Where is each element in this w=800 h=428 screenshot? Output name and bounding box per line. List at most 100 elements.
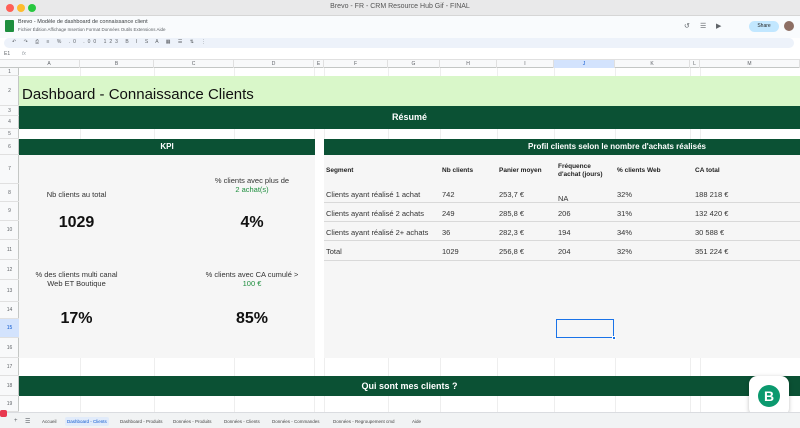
kpi-header-label[interactable]: KPI [160, 142, 173, 151]
all-sheets-icon[interactable]: ☰ [25, 418, 30, 425]
table-header[interactable]: Segment [326, 167, 353, 175]
column-header[interactable]: C [154, 60, 234, 68]
column-header[interactable]: B [80, 60, 154, 68]
table-cell[interactable]: 282,3 € [499, 228, 524, 237]
column-header[interactable]: G [388, 60, 440, 68]
row-header[interactable]: 7 [0, 155, 19, 184]
table-header[interactable]: Panier moyen [499, 167, 542, 175]
sheet-grid[interactable]: Dashboard - Connaissance Clients Résumé … [19, 68, 800, 412]
doc-title[interactable]: Brevo - Modèle de dashboard de connaissa… [18, 19, 148, 25]
column-header[interactable]: J [554, 60, 615, 68]
sheet-tab[interactable]: Accueil [40, 417, 59, 426]
table-header[interactable]: Nb clients [442, 167, 473, 175]
table-cell[interactable]: Clients ayant réalisé 1 achat [326, 190, 420, 199]
column-header[interactable]: H [440, 60, 497, 68]
sheet-tab[interactable]: Données - Clients [222, 417, 262, 426]
row-header[interactable]: 2 [0, 76, 19, 106]
meet-icon[interactable]: ▶ [716, 23, 721, 30]
row-header[interactable]: 8 [0, 184, 19, 202]
row-header[interactable]: 16 [0, 338, 19, 358]
toolbar-icons[interactable]: ↶ ↷ ⎙ ≡ % .0 .00 123 B I S A ▦ ☰ ⇅ ⋮ [12, 39, 209, 45]
table-cell[interactable]: 249 [442, 209, 455, 218]
table-cell[interactable]: 30 588 € [695, 228, 724, 237]
profil-header-label[interactable]: Profil clients selon le nombre d'achats … [528, 142, 706, 151]
column-header[interactable]: D [234, 60, 314, 68]
row-header[interactable]: 14 [0, 302, 19, 319]
table-cell[interactable]: 1029 [442, 247, 459, 256]
column-header[interactable]: M [700, 60, 800, 68]
sheet-tab[interactable]: Aide [410, 417, 423, 426]
sheet-tab[interactable]: Données - Produits [171, 417, 214, 426]
table-cell[interactable]: 253,7 € [499, 190, 524, 199]
table-cell[interactable]: 351 224 € [695, 247, 728, 256]
comment-icon[interactable]: ☰ [700, 23, 706, 30]
row-header[interactable]: 17 [0, 358, 19, 376]
column-header[interactable]: F [324, 60, 388, 68]
qui-sont-heading[interactable]: Qui sont mes clients ? [361, 381, 457, 391]
table-cell[interactable]: 256,8 € [499, 247, 524, 256]
kpi-label[interactable]: % clients avec plus de 2 achat(s) [192, 176, 312, 194]
column-header[interactable]: L [690, 60, 700, 68]
namebox[interactable]: E1 [4, 51, 10, 57]
column-header[interactable]: E [314, 60, 324, 68]
table-cell[interactable]: Total [326, 247, 342, 256]
sheet-tab[interactable]: Données - Regroupement cmd [331, 417, 397, 426]
row-header[interactable]: 11 [0, 240, 19, 260]
selected-cell[interactable] [556, 319, 614, 338]
kpi-value[interactable]: 17% [19, 310, 134, 328]
table-header[interactable]: CA total [695, 167, 720, 175]
brevo-badge[interactable]: B [749, 376, 789, 416]
table-cell[interactable]: 188 218 € [695, 190, 728, 199]
table-cell[interactable]: 285,8 € [499, 209, 524, 218]
row-header[interactable]: 6 [0, 139, 19, 155]
explore-icon[interactable] [0, 410, 7, 417]
row-header[interactable]: 13 [0, 280, 19, 302]
row-header[interactable]: 10 [0, 221, 19, 240]
table-cell[interactable]: 742 [442, 190, 455, 199]
row-header[interactable]: 4 [0, 116, 19, 129]
kpi-value[interactable]: 1029 [19, 214, 134, 232]
column-header[interactable]: A [19, 60, 80, 68]
row-header[interactable]: 3 [0, 106, 19, 116]
row-header[interactable]: 5 [0, 129, 19, 139]
table-cell[interactable]: 32% [617, 190, 632, 199]
kpi-value[interactable]: 85% [192, 310, 312, 328]
resume-heading[interactable]: Résumé [392, 112, 427, 122]
table-cell[interactable]: 36 [442, 228, 450, 237]
sheets-logo-icon[interactable] [5, 20, 14, 32]
column-header[interactable]: K [615, 60, 690, 68]
table-cell[interactable]: 31% [617, 209, 632, 218]
table-cell[interactable]: Clients ayant réalisé 2 achats [326, 209, 424, 218]
kpi-value[interactable]: 4% [192, 214, 312, 232]
menu-bar[interactable]: Fichier Édition Affichage Insertion Form… [18, 27, 166, 32]
table-cell[interactable]: 204 [558, 247, 571, 256]
row-header[interactable]: 15 [0, 319, 19, 338]
table-header[interactable]: Fréquence d'achat (jours) [558, 163, 614, 179]
history-icon[interactable]: ↺ [684, 23, 690, 30]
formula-bar[interactable]: E1 fx [0, 50, 800, 60]
row-header[interactable]: 9 [0, 202, 19, 221]
sheet-tab-active[interactable]: Dashboard - Clients [65, 417, 109, 426]
kpi-label[interactable]: Nb clients au total [19, 190, 134, 199]
kpi-label[interactable]: % des clients multi canal Web ET Boutiqu… [19, 270, 134, 288]
table-header[interactable]: % clients Web [617, 167, 661, 175]
row-header[interactable]: 18 [0, 376, 19, 396]
table-cell[interactable]: 132 420 € [695, 209, 728, 218]
table-cell[interactable]: 194 [558, 228, 571, 237]
dashboard-title[interactable]: Dashboard - Connaissance Clients [22, 86, 254, 103]
row-header[interactable]: 12 [0, 260, 19, 280]
sheet-tab[interactable]: Dashboard - Produits [118, 417, 165, 426]
table-cell[interactable]: Clients ayant réalisé 2+ achats [326, 228, 428, 237]
row-header[interactable]: 1 [0, 68, 19, 76]
sheet-tab[interactable]: Données - Commandes [270, 417, 322, 426]
avatar[interactable] [784, 21, 794, 31]
add-sheet-icon[interactable]: + [14, 418, 18, 424]
fill-handle[interactable] [612, 336, 616, 340]
table-cell[interactable]: NA [558, 194, 568, 203]
share-button[interactable]: Share [749, 21, 779, 32]
table-cell[interactable]: 206 [558, 209, 571, 218]
kpi-label[interactable]: % clients avec CA cumulé > 100 € [192, 270, 312, 288]
table-cell[interactable]: 32% [617, 247, 632, 256]
column-header[interactable]: I [497, 60, 554, 68]
table-cell[interactable]: 34% [617, 228, 632, 237]
